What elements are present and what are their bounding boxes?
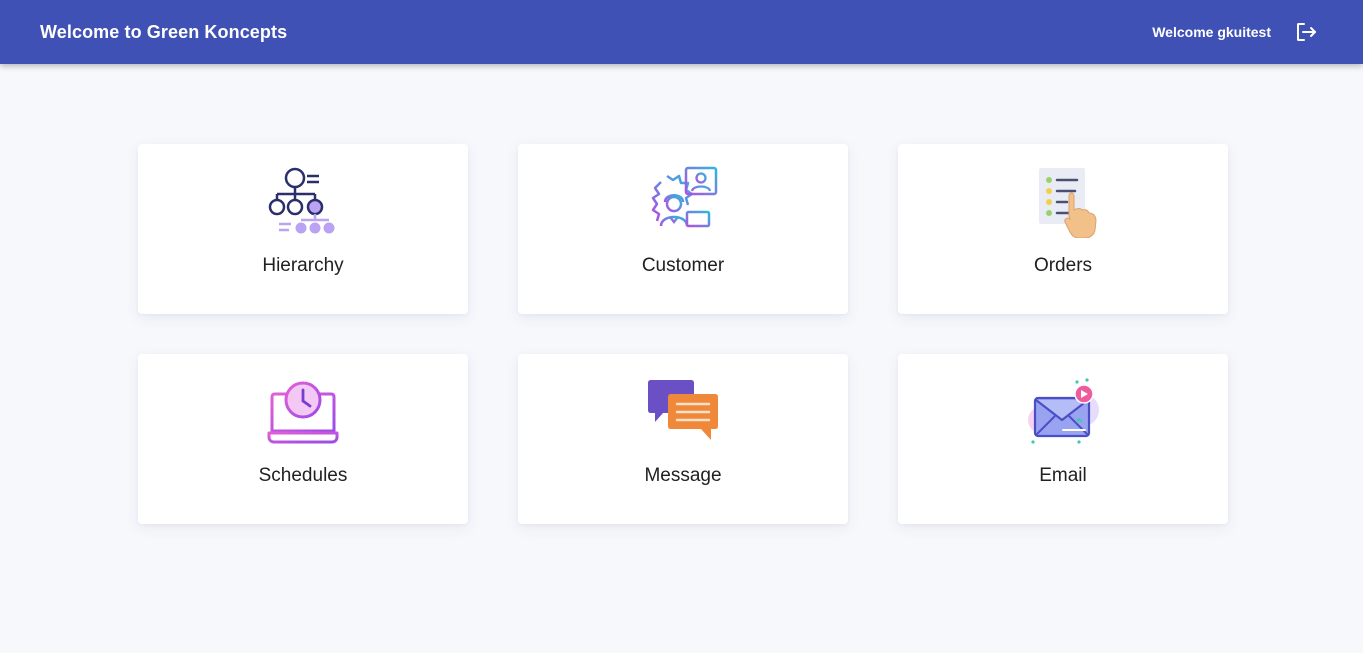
- email-label: Email: [1039, 465, 1087, 486]
- welcome-user-text: Welcome gkuitest: [1152, 24, 1271, 40]
- orders-label: Orders: [1033, 255, 1093, 276]
- customer-label: Customer: [641, 255, 725, 276]
- schedules-icon: [267, 376, 339, 448]
- orders-icon: [1027, 166, 1099, 238]
- message-label: Message: [644, 465, 722, 486]
- logout-button[interactable]: [1292, 19, 1320, 45]
- message-card[interactable]: Message: [518, 354, 848, 524]
- message-icon: [647, 376, 719, 448]
- top-app-bar: Welcome to Green Koncepts Welcome gkuite…: [0, 0, 1363, 64]
- schedules-label: Schedules: [258, 465, 348, 486]
- customer-card[interactable]: Customer: [518, 144, 848, 314]
- email-icon: [1027, 376, 1099, 448]
- orders-card[interactable]: Orders: [898, 144, 1228, 314]
- hierarchy-card[interactable]: Hierarchy: [138, 144, 468, 314]
- app-title: Welcome to Green Koncepts: [40, 22, 288, 42]
- hierarchy-icon: [267, 166, 339, 238]
- customer-icon: [647, 166, 719, 238]
- email-card[interactable]: Email: [898, 354, 1228, 524]
- logout-icon: [1297, 23, 1316, 41]
- schedules-card[interactable]: Schedules: [138, 354, 468, 524]
- hierarchy-label: Hierarchy: [262, 255, 344, 276]
